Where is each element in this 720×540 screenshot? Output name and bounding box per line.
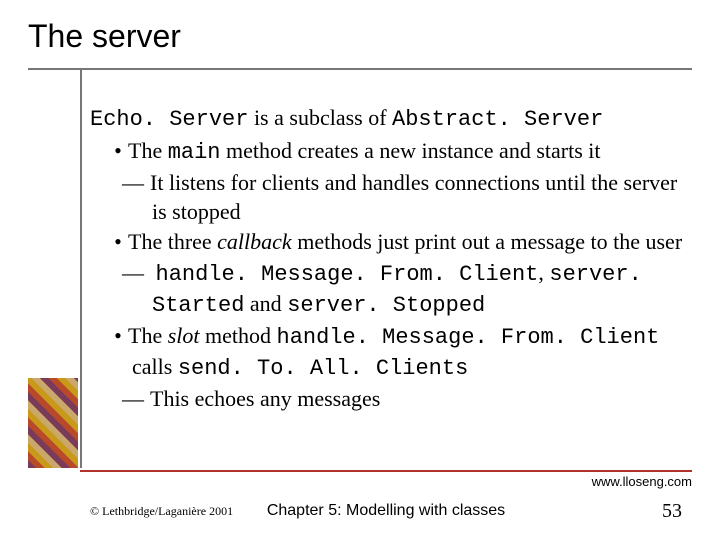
text: calls [132, 354, 178, 379]
code-handlemessage: handle. Message. From. Client [156, 262, 539, 287]
divider-top [28, 68, 692, 70]
footer: © Lethbridge/Laganière 2001 Chapter 5: M… [80, 500, 692, 530]
bullet-callback-methods: •The three callback methods just print o… [90, 228, 690, 257]
bullet-main-method: •The main method creates a new instance … [90, 137, 690, 168]
text: The [128, 138, 168, 163]
text: This echoes any messages [150, 386, 380, 411]
code-sendtoall: send. To. All. Clients [178, 356, 468, 381]
text: method creates a new instance and starts… [221, 138, 601, 163]
text: The [128, 323, 168, 348]
divider-vertical [80, 70, 82, 468]
ital-callback: callback [217, 229, 292, 254]
code-echoserver: Echo. Server [90, 107, 248, 132]
decorative-weave-image [28, 378, 78, 468]
bullet-icon: • [108, 322, 128, 351]
slide: The server Echo. Server is a subclass of… [0, 0, 720, 540]
text: methods just print out a message to the … [292, 229, 682, 254]
intro-line: Echo. Server is a subclass of Abstract. … [90, 104, 690, 135]
code-abstractserver: Abstract. Server [392, 107, 603, 132]
code-serverstopped: server. Stopped [287, 293, 485, 318]
code-main: main [168, 140, 221, 165]
dash-icon: — [122, 385, 150, 414]
subbullet-echoes: —This echoes any messages [90, 385, 690, 414]
text: It listens for clients and handles conne… [150, 170, 677, 224]
ital-slot: slot [168, 323, 200, 348]
bullet-icon: • [108, 137, 128, 166]
body-text: Echo. Server is a subclass of Abstract. … [90, 104, 690, 416]
dash-icon: — [122, 169, 150, 198]
slide-title: The server [28, 18, 181, 55]
divider-bottom [80, 470, 692, 472]
dash-icon: — [122, 259, 150, 288]
website-url: www.lloseng.com [592, 474, 692, 489]
intro-text: is a subclass of [248, 105, 392, 130]
text: , [538, 260, 549, 285]
text: The three [128, 229, 217, 254]
subbullet-handlers: — handle. Message. From. Client, server.… [90, 259, 690, 320]
page-number: 53 [662, 500, 682, 523]
text: method [200, 323, 277, 348]
text: and [244, 291, 287, 316]
bullet-slot-method: •The slot method handle. Message. From. … [90, 322, 690, 383]
bullet-icon: • [108, 228, 128, 257]
code-handlemessage2: handle. Message. From. Client [277, 325, 660, 350]
chapter-label: Chapter 5: Modelling with classes [80, 502, 692, 520]
subbullet-listens: —It listens for clients and handles conn… [90, 169, 690, 226]
